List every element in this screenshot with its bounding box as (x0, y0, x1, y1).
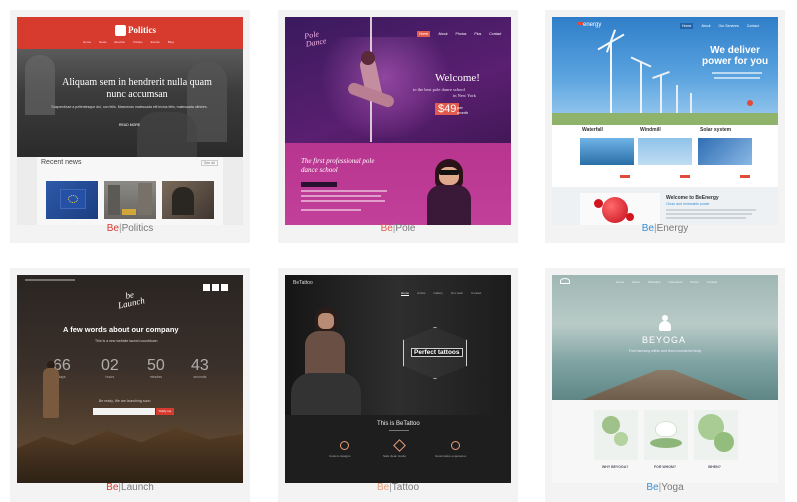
yoga-feature-3: WHEN? (708, 465, 721, 469)
launch-logo: be Launch (117, 289, 146, 311)
theme-preview-yoga[interactable]: Home About Schedule Instructors Prices Contac… (552, 275, 778, 483)
tattoo-feature-icon-1 (340, 441, 349, 450)
yoga-feature-img-3 (694, 410, 738, 460)
theme-caption-launch[interactable]: Be|Launch (10, 474, 250, 502)
energy-feature-2: Windmill (640, 127, 661, 133)
launch-count-hours: 02 hours (101, 357, 119, 379)
theme-card-tattoo[interactable]: BeTattoo Home Artists Gallery Our work Conta… (278, 268, 518, 502)
tattoo-feature-icon-2 (393, 439, 406, 452)
tattoo-feature-1: Custom designs (329, 454, 351, 458)
theme-card-yoga[interactable]: Home About Schedule Instructors Prices Contac… (545, 268, 785, 502)
energy-logo: energy (578, 22, 601, 28)
politics-news-button[interactable]: See all (201, 160, 218, 166)
launch-count-seconds: 43 seconds (191, 357, 209, 379)
politics-news-title: Recent news (41, 159, 82, 166)
theme-card-energy[interactable]: energy Home About Our Services Contact We d… (545, 10, 785, 243)
theme-preview-energy[interactable]: energy Home About Our Services Contact We d… (552, 17, 778, 225)
politics-nav: Home News Election Parties Events Blog (83, 40, 174, 44)
energy-feature-img-2 (638, 138, 692, 165)
launch-email-input[interactable] (93, 408, 155, 415)
yoga-meditation-figure (659, 315, 671, 331)
tattoo-headline: This is BeTattoo (377, 421, 420, 427)
launch-count-minutes: 50 minutes (147, 357, 165, 379)
pole-welcome-sub-2: in New York (453, 93, 476, 98)
launch-top-text (25, 279, 75, 281)
theme-preview-launch[interactable]: be Launch A few words about our company T… (17, 275, 243, 483)
politics-news-image-1[interactable] (46, 181, 98, 219)
yoga-feature-img-2 (644, 410, 688, 460)
launch-sub: This is a new website launch countdown (95, 339, 158, 343)
pole-welcome-sub-1: to the best pole dance school (413, 87, 465, 92)
politics-news-image-2[interactable] (104, 181, 156, 219)
pole-price: $49 (435, 103, 460, 115)
energy-headline: We deliver power for you (702, 45, 769, 67)
yoga-top-logo (560, 278, 570, 284)
energy-nav: Home About Our Services Contact (680, 23, 759, 29)
launch-social-icons[interactable] (203, 278, 228, 296)
yoga-feature-2: FOR WHOM? (654, 465, 676, 469)
yoga-tagline: Find harmony within and find a wonderful… (628, 349, 702, 353)
energy-cta-icon[interactable] (747, 100, 753, 106)
theme-caption-energy[interactable]: Be|Energy (545, 215, 785, 243)
yoga-nav: Home About Schedule Instructors Prices Contac… (616, 280, 718, 284)
launch-notify-button[interactable]: Notify me (156, 408, 174, 415)
yoga-feature-img-1 (594, 410, 638, 460)
pole-promo-title: The first professional pole dance school (301, 157, 375, 174)
energy-feature-img-1 (580, 138, 634, 165)
energy-feature-1: Waterfall (582, 127, 603, 133)
energy-welcome-title: Welcome to BeEnergy (666, 195, 719, 201)
theme-preview-politics[interactable]: Politics Home News Election Parties Events Bl… (17, 17, 243, 225)
energy-welcome-sub: Clean and renewable power (666, 202, 710, 206)
tattoo-feature-icon-3 (451, 441, 460, 450)
politics-read-more[interactable]: READ MORE (119, 123, 140, 127)
theme-caption-yoga[interactable]: Be|Yoga (545, 474, 785, 502)
theme-preview-tattoo[interactable]: BeTattoo Home Artists Gallery Our work Conta… (285, 275, 511, 483)
tattoo-feature-2: Safe clean studio (383, 454, 407, 458)
theme-preview-pole[interactable]: Pole Dance Home About Photos Plus Contact Wel… (285, 17, 511, 225)
theme-caption-tattoo[interactable]: Be|Tattoo (278, 474, 518, 502)
pole-price-unit: per month (457, 105, 469, 115)
politics-news-image-3[interactable] (162, 181, 214, 219)
tattoo-feature-3: Great tattoo experience (435, 454, 467, 458)
tattoo-logo: BeTattoo (293, 280, 313, 286)
energy-feature-img-3 (698, 138, 752, 165)
politics-headline: Aliquam sem in hendrerit nulla quam nunc… (62, 77, 212, 100)
yoga-logo: BEYOGA (642, 335, 687, 345)
tattoo-model-photo (291, 303, 361, 415)
politics-subtext: Suspendisse a pellentesque dui, non feli… (51, 105, 208, 109)
pole-nav: Home About Photos Plus Contact (417, 31, 502, 37)
pole-welcome: Welcome! (435, 72, 480, 84)
theme-caption-pole[interactable]: Be|Pole (278, 215, 518, 243)
politics-logo: Politics (115, 25, 156, 37)
energy-feature-3: Solar system (700, 127, 732, 133)
tattoo-badge-text: Perfect tattoos (411, 348, 463, 357)
yoga-feature-1: WHY BEYOGA? (602, 465, 629, 469)
theme-card-launch[interactable]: be Launch A few words about our company T… (10, 268, 250, 502)
launch-headline: A few words about our company (63, 325, 179, 334)
theme-caption-politics[interactable]: Be|Politics (10, 215, 250, 243)
theme-card-politics[interactable]: Politics Home News Election Parties Events Bl… (10, 10, 250, 243)
tattoo-nav: Home Artists Gallery Our work Contact (401, 291, 482, 296)
launch-notify-text: Be ready, We are launching soon (99, 399, 151, 403)
launch-hiker-figure (41, 361, 61, 419)
theme-card-pole[interactable]: Pole Dance Home About Photos Plus Contact Wel… (278, 10, 518, 243)
